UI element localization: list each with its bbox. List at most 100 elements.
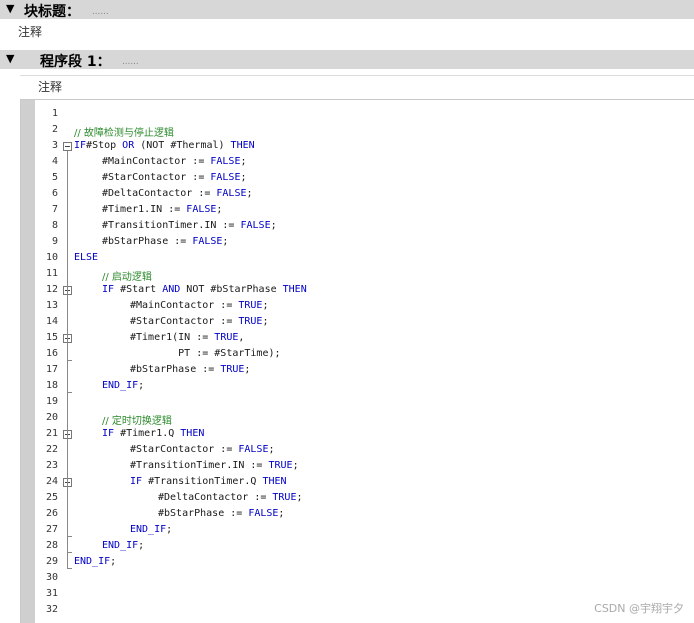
code-line[interactable]: 11 // 启动逻辑 — [21, 266, 694, 283]
network-comment[interactable]: 注释 — [38, 78, 62, 95]
keyword-token: IF — [74, 140, 87, 151]
line-number: 26 — [45, 508, 58, 519]
code-token: ; — [138, 380, 145, 391]
code-line[interactable]: 27 END_IF; — [21, 522, 694, 538]
code-line[interactable]: 26 #bStarPhase := FALSE; — [21, 506, 694, 522]
code-line[interactable]: 12 IF #Start AND NOT #bStarPhase THEN — [21, 282, 694, 298]
block-title-bar[interactable]: ▼ 块标题： ...... — [0, 0, 694, 20]
code-line[interactable]: 13 #MainContactor := TRUE; — [21, 298, 694, 314]
code-line[interactable]: 4 #MainContactor := FALSE; — [21, 154, 694, 170]
code-line[interactable]: 32 — [21, 602, 694, 618]
code-text[interactable]: // 启动逻辑 — [102, 268, 152, 283]
line-number: 32 — [45, 604, 58, 615]
code-text[interactable]: #DeltaContactor := TRUE; — [158, 492, 303, 503]
line-number: 15 — [45, 332, 58, 343]
line-number: 23 — [45, 460, 58, 471]
code-text[interactable]: #TransitionTimer.IN := TRUE; — [130, 460, 299, 471]
keyword-token: TRUE — [214, 332, 239, 343]
code-token: ; — [222, 236, 229, 247]
code-text[interactable]: #bStarPhase := FALSE; — [102, 236, 228, 247]
code-line[interactable]: 24 IF #TransitionTimer.Q THEN — [21, 474, 694, 490]
code-line[interactable]: 31 — [21, 586, 694, 602]
code-token: #Timer1(IN := — [130, 332, 215, 343]
code-line[interactable]: 20 // 定时切换逻辑 — [21, 410, 694, 427]
keyword-token: FALSE — [240, 220, 271, 231]
keyword-token: THEN — [282, 284, 307, 295]
code-token: #Timer1.Q — [114, 428, 181, 439]
code-text[interactable]: #MainContactor := TRUE; — [130, 300, 269, 311]
code-line[interactable]: 3 IF#Stop OR (NOT #Thermal) THEN — [21, 138, 694, 154]
line-number: 5 — [51, 172, 58, 183]
code-token: NOT #bStarPhase — [180, 284, 283, 295]
code-line[interactable]: 29 END_IF; — [21, 554, 694, 570]
block-comment[interactable]: 注释 — [18, 23, 42, 40]
code-text[interactable]: #Timer1(IN := TRUE, — [130, 332, 244, 343]
code-line[interactable]: 19 — [21, 394, 694, 410]
code-line[interactable]: 23 #TransitionTimer.IN := TRUE; — [21, 458, 694, 474]
code-token: #bStarPhase := — [102, 236, 193, 247]
code-text[interactable]: // 故障检测与停止逻辑 — [74, 124, 174, 139]
scl-code-editor[interactable]: 1 2// 故障检测与停止逻辑 3 IF#Stop OR (NOT #Thermal)… — [20, 99, 694, 623]
code-token: #Start — [114, 284, 163, 295]
code-text[interactable]: #MainContactor := FALSE; — [102, 156, 247, 167]
line-number: 29 — [45, 556, 58, 567]
code-line[interactable]: 7 #Timer1.IN := FALSE; — [21, 202, 694, 218]
code-text[interactable]: END_IF; — [74, 556, 116, 567]
code-text[interactable]: END_IF; — [130, 524, 172, 535]
code-token: ; — [240, 156, 247, 167]
collapse-triangle-icon[interactable]: ▼ — [6, 2, 14, 15]
code-line[interactable]: 5 #StarContactor := FALSE; — [21, 170, 694, 186]
line-number: 19 — [45, 396, 58, 407]
code-line[interactable]: 9 #bStarPhase := FALSE; — [21, 234, 694, 250]
code-text[interactable]: #bStarPhase := FALSE; — [158, 508, 284, 519]
network-title-label: 程序段 1： — [40, 54, 111, 70]
network-title-bar[interactable]: ▼ 程序段 1： ...... — [0, 50, 694, 70]
code-line[interactable]: 30 — [21, 570, 694, 586]
code-line[interactable]: 28 END_IF; — [21, 538, 694, 554]
code-text[interactable]: PT := #StarTime); — [130, 348, 280, 359]
code-line[interactable]: 14 #StarContactor := TRUE; — [21, 314, 694, 330]
code-line[interactable]: 8 #TransitionTimer.IN := FALSE; — [21, 218, 694, 234]
code-token: (NOT #Thermal) — [134, 140, 231, 151]
fold-guide-end — [67, 552, 72, 553]
code-text[interactable]: END_IF; — [102, 380, 144, 391]
code-line[interactable]: 1 — [21, 106, 694, 122]
code-token: #StarContactor := — [102, 172, 211, 183]
code-token: ; — [262, 300, 269, 311]
block-title-value[interactable]: ...... — [92, 6, 109, 17]
line-number: 9 — [51, 236, 58, 247]
code-line[interactable]: 17 #bStarPhase := TRUE; — [21, 362, 694, 378]
code-line[interactable]: 16 PT := #StarTime); — [21, 346, 694, 362]
code-text[interactable]: IF #Start AND NOT #bStarPhase THEN — [102, 284, 307, 295]
code-text[interactable]: ELSE — [74, 252, 98, 263]
code-token: #MainContactor := — [130, 300, 239, 311]
code-text[interactable]: #StarContactor := TRUE; — [130, 316, 269, 327]
code-line[interactable]: 21 IF #Timer1.Q THEN — [21, 426, 694, 442]
code-token: ; — [110, 556, 117, 567]
code-text[interactable]: // 定时切换逻辑 — [102, 412, 172, 427]
code-line[interactable]: 22 #StarContactor := FALSE; — [21, 442, 694, 458]
code-line[interactable]: 15 #Timer1(IN := TRUE, — [21, 330, 694, 346]
code-text[interactable]: #Timer1.IN := FALSE; — [102, 204, 222, 215]
code-line[interactable]: 6 #DeltaContactor := FALSE; — [21, 186, 694, 202]
code-text[interactable]: IF #Timer1.Q THEN — [102, 428, 204, 439]
code-area[interactable]: 1 2// 故障检测与停止逻辑 3 IF#Stop OR (NOT #Thermal)… — [21, 100, 694, 623]
fold-guide-line — [67, 487, 68, 536]
collapse-triangle-icon[interactable]: ▼ — [6, 52, 14, 65]
fold-toggle-icon[interactable] — [63, 142, 72, 151]
keyword-token: AND — [162, 284, 181, 295]
code-text[interactable]: #StarContactor := FALSE; — [102, 172, 247, 183]
code-token: ; — [244, 364, 251, 375]
code-line[interactable]: 10 ELSE — [21, 250, 694, 266]
code-text[interactable]: END_IF; — [102, 540, 144, 551]
code-text[interactable]: #DeltaContactor := FALSE; — [102, 188, 253, 199]
network-title-value[interactable]: ...... — [122, 56, 139, 67]
code-text[interactable]: IF#Stop OR (NOT #Thermal) THEN — [74, 140, 255, 151]
code-text[interactable]: IF #TransitionTimer.Q THEN — [130, 476, 287, 487]
code-text[interactable]: #StarContactor := FALSE; — [130, 444, 275, 455]
code-line[interactable]: 2 // 故障检测与停止逻辑 — [21, 122, 694, 139]
code-text[interactable]: #TransitionTimer.IN := FALSE; — [102, 220, 277, 231]
code-text[interactable]: #bStarPhase := TRUE; — [130, 364, 250, 375]
code-line[interactable]: 25 #DeltaContactor := TRUE; — [21, 490, 694, 506]
code-line[interactable]: 18 END_IF; — [21, 378, 694, 394]
